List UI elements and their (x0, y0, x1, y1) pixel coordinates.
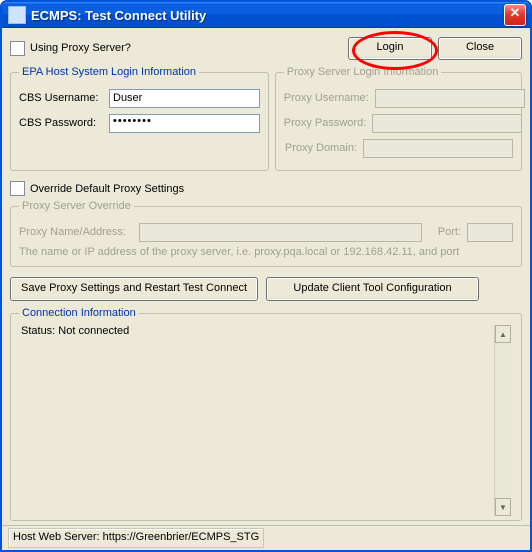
cbs-password-label: CBS Password: (19, 117, 109, 129)
override-proxy-label: Override Default Proxy Settings (30, 183, 184, 195)
top-row: Using Proxy Server? Login Close (10, 36, 522, 60)
proxy-username-label: Proxy Username: (284, 92, 375, 104)
connection-info-legend: Connection Information (19, 307, 139, 319)
client-area: Using Proxy Server? Login Close EPA Host… (2, 28, 530, 525)
proxy-domain-input (363, 139, 513, 158)
proxy-override-legend: Proxy Server Override (19, 200, 134, 212)
scroll-down-arrow-icon[interactable]: ▼ (495, 498, 511, 516)
proxy-override-helper: The name or IP address of the proxy serv… (19, 246, 513, 258)
proxy-override-group: Proxy Server Override Proxy Name/Address… (10, 200, 522, 267)
scroll-up-arrow-icon[interactable]: ▲ (495, 325, 511, 343)
proxy-username-input (375, 89, 525, 108)
proxy-password-input (372, 114, 522, 133)
proxy-port-input (467, 223, 513, 242)
login-button[interactable]: Login (348, 37, 432, 60)
proxy-password-label: Proxy Password: (284, 117, 373, 129)
action-button-row: Save Proxy Settings and Restart Test Con… (10, 277, 522, 301)
cbs-username-label: CBS Username: (19, 92, 109, 104)
close-button[interactable]: Close (438, 37, 522, 60)
override-row: Override Default Proxy Settings (10, 181, 522, 196)
login-panels: EPA Host System Login Information CBS Us… (10, 66, 522, 171)
proxy-login-group: Proxy Server Login Information Proxy Use… (275, 66, 522, 171)
cbs-username-input[interactable] (109, 89, 260, 108)
proxy-port-label: Port: (438, 226, 461, 238)
save-proxy-button[interactable]: Save Proxy Settings and Restart Test Con… (10, 277, 258, 301)
proxy-name-label: Proxy Name/Address: (19, 226, 139, 238)
proxy-login-legend: Proxy Server Login Information (284, 66, 442, 78)
window-title: ECMPS: Test Connect Utility (31, 8, 504, 23)
cbs-password-input[interactable]: •••••••• (109, 114, 260, 133)
connection-status-text: Status: Not connected (21, 325, 494, 516)
proxy-domain-label: Proxy Domain: (284, 142, 363, 154)
connection-info-group: Connection Information Status: Not conne… (10, 307, 522, 521)
connection-scrollbar[interactable]: ▲ ▼ (494, 325, 511, 516)
proxy-name-input (139, 223, 422, 242)
statusbar: Host Web Server: https://Greenbrier/ECMP… (2, 525, 530, 550)
app-window: ECMPS: Test Connect Utility ✕ Using Prox… (0, 0, 532, 552)
override-proxy-checkbox[interactable] (10, 181, 25, 196)
epa-login-group: EPA Host System Login Information CBS Us… (10, 66, 269, 171)
window-close-button[interactable]: ✕ (504, 4, 526, 26)
using-proxy-label: Using Proxy Server? (30, 42, 131, 54)
statusbar-host: Host Web Server: https://Greenbrier/ECMP… (8, 528, 264, 548)
using-proxy-checkbox[interactable] (10, 41, 25, 56)
update-tool-button[interactable]: Update Client Tool Configuration (266, 277, 479, 301)
epa-login-legend: EPA Host System Login Information (19, 66, 199, 78)
app-icon (8, 6, 26, 24)
titlebar: ECMPS: Test Connect Utility ✕ (2, 2, 530, 28)
